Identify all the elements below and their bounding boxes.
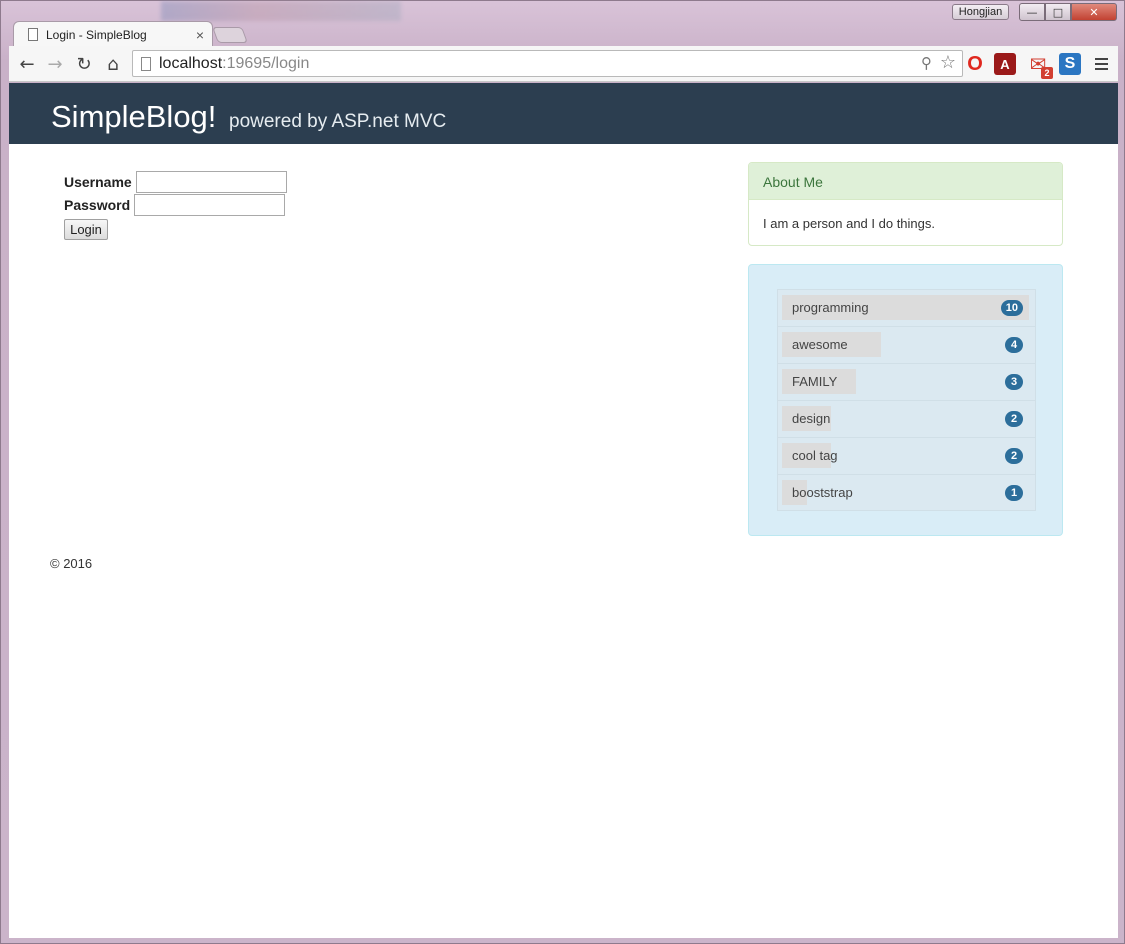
maximize-icon[interactable]: □ [1045, 3, 1071, 21]
tag-name[interactable]: programming [792, 300, 869, 315]
browser-tab[interactable]: Login - SimpleBlog × [13, 21, 213, 47]
site-header: SimpleBlog! powered by ASP.net MVC [9, 83, 1118, 144]
user-profile-badge[interactable]: Hongjian [952, 4, 1009, 20]
mail-count-badge: 2 [1041, 67, 1053, 79]
username-row: Username [64, 171, 287, 193]
tag-item[interactable]: booststrap 1 [777, 474, 1036, 511]
page-viewport: SimpleBlog! powered by ASP.net MVC Usern… [9, 83, 1118, 938]
tag-item[interactable]: programming 10 [777, 289, 1036, 326]
reload-icon[interactable]: ↻ [72, 52, 96, 76]
tag-count-badge: 3 [1005, 374, 1023, 390]
tag-count-badge: 1 [1005, 485, 1023, 501]
window-controls: — □ ✕ [1019, 3, 1117, 21]
close-icon[interactable]: ✕ [1071, 3, 1117, 21]
back-icon[interactable]: ← [15, 52, 39, 76]
tag-count-badge: 10 [1000, 300, 1023, 316]
s-extension-icon[interactable]: S [1059, 53, 1081, 75]
address-bar[interactable]: localhost:19695/login ⚲ ☆ [132, 50, 963, 77]
login-button[interactable]: Login [64, 219, 108, 240]
password-input[interactable] [134, 194, 286, 216]
home-icon[interactable]: ⌂ [101, 52, 125, 76]
tab-close-icon[interactable]: × [196, 27, 204, 43]
page-info-icon[interactable] [141, 57, 151, 71]
tag-name[interactable]: awesome [792, 337, 848, 352]
tag-count-badge: 4 [1005, 337, 1023, 353]
minimize-icon[interactable]: — [1019, 3, 1045, 21]
password-row: Password [64, 194, 286, 216]
tag-count-badge: 2 [1005, 448, 1023, 464]
browser-window: Hongjian — □ ✕ Login - SimpleBlog × ← → … [0, 0, 1125, 944]
url-path: :19695/login [222, 54, 310, 72]
about-heading: About Me [749, 163, 1062, 200]
about-body: I am a person and I do things. [763, 216, 935, 231]
tag-name[interactable]: cool tag [792, 448, 838, 463]
footer-copyright: © 2016 [50, 556, 93, 571]
tag-list: programming 10 awesome 4 FAMILY 3 design 2 cool … [777, 289, 1036, 511]
tag-name[interactable]: booststrap [792, 485, 853, 500]
zoom-icon[interactable]: ⚲ [921, 54, 932, 72]
tag-item[interactable]: design 2 [777, 400, 1036, 437]
menu-icon[interactable] [1091, 53, 1111, 75]
username-label: Username [64, 174, 132, 190]
tags-panel: programming 10 awesome 4 FAMILY 3 design 2 cool … [748, 264, 1063, 536]
tag-item[interactable]: cool tag 2 [777, 437, 1036, 474]
tag-count-badge: 2 [1005, 411, 1023, 427]
site-tagline: powered by ASP.net MVC [229, 111, 447, 132]
bookmark-star-icon[interactable]: ☆ [940, 52, 956, 73]
tag-name[interactable]: FAMILY [792, 374, 837, 389]
site-brand[interactable]: SimpleBlog! [51, 99, 216, 135]
gmail-extension-icon[interactable]: ✉ 2 [1027, 53, 1053, 79]
username-input[interactable] [135, 171, 287, 193]
tag-name[interactable]: design [792, 411, 830, 426]
acrobat-extension-icon[interactable]: A [994, 53, 1016, 75]
background-window-strip [161, 1, 401, 21]
tag-item[interactable]: awesome 4 [777, 326, 1036, 363]
browser-toolbar: ← → ↻ ⌂ localhost:19695/login ⚲ ☆ O A ✉ 2… [9, 46, 1118, 82]
forward-icon[interactable]: → [43, 52, 67, 76]
new-tab-button[interactable] [212, 27, 248, 43]
tag-item[interactable]: FAMILY 3 [777, 363, 1036, 400]
page-icon [28, 28, 38, 41]
opera-extension-icon[interactable]: O [964, 53, 986, 75]
about-panel: About Me I am a person and I do things. [748, 162, 1063, 246]
url-host: localhost [159, 54, 223, 72]
tab-title: Login - SimpleBlog [46, 27, 147, 42]
password-label: Password [64, 197, 131, 213]
